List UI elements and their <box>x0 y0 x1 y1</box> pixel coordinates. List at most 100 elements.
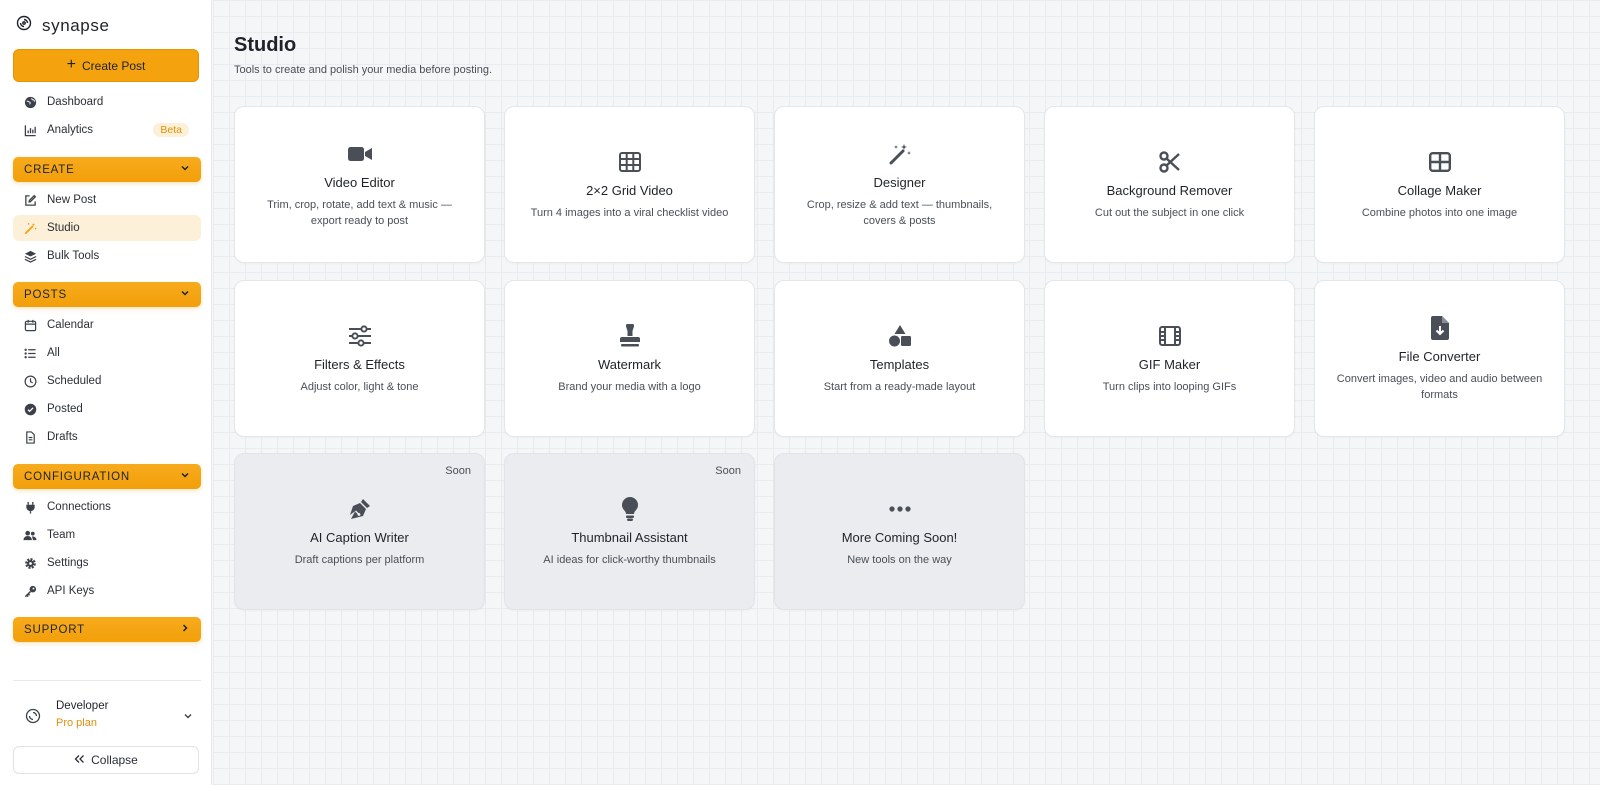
sidebar-item-analytics[interactable]: Analytics Beta <box>13 117 201 143</box>
sidebar-item-drafts[interactable]: Drafts <box>13 424 201 450</box>
globe-icon <box>23 95 37 109</box>
sidebar-item-label: Posted <box>47 403 83 415</box>
sidebar-item-calendar[interactable]: Calendar <box>13 312 201 338</box>
tool-title: AI Caption Writer <box>310 529 409 545</box>
tool-card-ai-caption-writer: Soon AI Caption Writer Draft captions pe… <box>234 453 485 610</box>
tool-title: Video Editor <box>324 174 395 190</box>
tool-card-file-converter[interactable]: File Converter Convert images, video and… <box>1314 280 1565 437</box>
avatar <box>23 706 43 731</box>
sidebar-item-label: All <box>47 347 60 359</box>
tool-description: Start from a ready-made layout <box>823 380 976 393</box>
tool-description: AI ideas for click-worthy thumbnails <box>543 553 716 566</box>
user-name: Developer <box>56 700 109 712</box>
sidebar-item-studio[interactable]: Studio <box>13 215 201 241</box>
section-configuration[interactable]: CONFIGURATION <box>13 464 201 489</box>
sidebar-item-label: Calendar <box>47 319 94 331</box>
tool-title: Filters & Effects <box>314 356 405 372</box>
sidebar-item-team[interactable]: Team <box>13 522 201 548</box>
sidebar-item-label: Scheduled <box>47 375 102 387</box>
magic-wand-icon <box>887 141 913 167</box>
page-subtitle: Tools to create and polish your media be… <box>234 64 493 76</box>
beta-badge: Beta <box>153 123 189 137</box>
sidebar-item-posted[interactable]: Posted <box>13 396 201 422</box>
section-support[interactable]: SUPPORT <box>13 617 201 642</box>
tool-title: Background Remover <box>1106 182 1233 198</box>
tool-description: Turn 4 images into a viral checklist vid… <box>530 206 729 219</box>
sidebar-item-api-keys[interactable]: API Keys <box>13 578 201 604</box>
ellipsis-icon <box>887 496 913 522</box>
tool-card-designer[interactable]: Designer Crop, resize & add text — thumb… <box>774 106 1025 263</box>
sidebar-item-label: Settings <box>47 557 89 569</box>
tool-description: Turn clips into looping GIFs <box>1102 380 1237 393</box>
chevron-right-icon <box>180 623 190 636</box>
tool-card-templates[interactable]: Templates Start from a ready-made layout <box>774 280 1025 437</box>
sliders-icon <box>347 323 373 349</box>
tool-description: Crop, resize & add text — thumbnails, co… <box>806 198 993 227</box>
tool-card-collage-maker[interactable]: Collage Maker Combine photos into one im… <box>1314 106 1565 263</box>
tool-card-gif-maker[interactable]: GIF Maker Turn clips into looping GIFs <box>1044 280 1295 437</box>
lightbulb-icon <box>617 496 643 522</box>
check-circle-icon <box>23 402 37 416</box>
chevron-down-icon <box>180 470 190 483</box>
sidebar-item-scheduled[interactable]: Scheduled <box>13 368 201 394</box>
tool-card-filters-effects[interactable]: Filters & Effects Adjust color, light & … <box>234 280 485 437</box>
plus-icon: + <box>66 56 76 73</box>
page-title: Studio <box>234 34 297 56</box>
tool-title: Designer <box>873 174 926 190</box>
scissors-icon <box>1157 149 1183 175</box>
edit-icon <box>23 193 37 207</box>
sidebar-item-dashboard[interactable]: Dashboard <box>13 89 201 115</box>
tool-card-thumbnail-assistant: Soon Thumbnail Assistant AI ideas for cl… <box>504 453 755 610</box>
tool-title: Templates <box>869 356 930 372</box>
key-icon <box>23 584 37 598</box>
plug-icon <box>23 500 37 514</box>
collapse-label: Collapse <box>91 753 138 767</box>
user-menu[interactable]: Developer Pro plan <box>13 698 201 734</box>
sidebar-item-label: New Post <box>47 194 97 206</box>
sidebar-item-connections[interactable]: Connections <box>13 494 201 520</box>
sidebar-item-new-post[interactable]: New Post <box>13 187 201 213</box>
soon-badge: Soon <box>445 465 471 477</box>
sidebar-item-label: Team <box>47 529 76 541</box>
tool-description: Draft captions per platform <box>294 553 425 566</box>
section-title: POSTS <box>24 288 67 301</box>
tool-description: Combine photos into one image <box>1361 206 1518 219</box>
create-post-button[interactable]: + Create Post <box>13 49 199 82</box>
tool-title: More Coming Soon! <box>841 529 958 545</box>
collage-icon <box>1427 149 1453 175</box>
shapes-icon <box>887 323 913 349</box>
user-plan: Pro plan <box>56 717 97 729</box>
file-icon <box>23 430 37 444</box>
create-post-label: Create Post <box>81 58 146 73</box>
tool-card-watermark[interactable]: Watermark Brand your media with a logo <box>504 280 755 437</box>
tool-title: Watermark <box>597 356 662 372</box>
tool-card-video-editor[interactable]: Video Editor Trim, crop, rotate, add tex… <box>234 106 485 263</box>
magic-wand-icon <box>23 221 37 235</box>
sidebar-item-settings[interactable]: Settings <box>13 550 201 576</box>
section-create[interactable]: CREATE <box>13 157 201 182</box>
sidebar: synapse + Create Post Dashboard Analytic… <box>0 0 212 785</box>
tool-title: GIF Maker <box>1138 356 1201 372</box>
list-icon <box>23 346 37 360</box>
brand[interactable]: synapse <box>14 13 110 38</box>
section-posts[interactable]: POSTS <box>13 282 201 307</box>
brand-name: synapse <box>42 15 110 35</box>
tool-description: Trim, crop, rotate, add text & music — e… <box>267 198 452 227</box>
sidebar-item-bulk-tools[interactable]: Bulk Tools <box>13 243 201 269</box>
sidebar-item-label: Studio <box>47 222 80 234</box>
double-chevron-left-icon <box>74 753 85 767</box>
stamp-icon <box>617 323 643 349</box>
tool-description: Brand your media with a logo <box>558 380 701 393</box>
sidebar-item-label: API Keys <box>47 585 95 597</box>
tool-title: File Converter <box>1398 348 1481 364</box>
tool-title: Thumbnail Assistant <box>571 529 688 545</box>
sidebar-item-all[interactable]: All <box>13 340 201 366</box>
tool-card-grid-video[interactable]: 2×2 Grid Video Turn 4 images into a vira… <box>504 106 755 263</box>
section-title: CONFIGURATION <box>24 470 131 483</box>
tool-card-background-remover[interactable]: Background Remover Cut out the subject i… <box>1044 106 1295 263</box>
video-camera-icon <box>347 141 373 167</box>
chevron-down-icon <box>183 708 193 726</box>
section-title: CREATE <box>24 163 75 176</box>
tool-title: Collage Maker <box>1397 182 1482 198</box>
collapse-button[interactable]: Collapse <box>13 746 199 774</box>
